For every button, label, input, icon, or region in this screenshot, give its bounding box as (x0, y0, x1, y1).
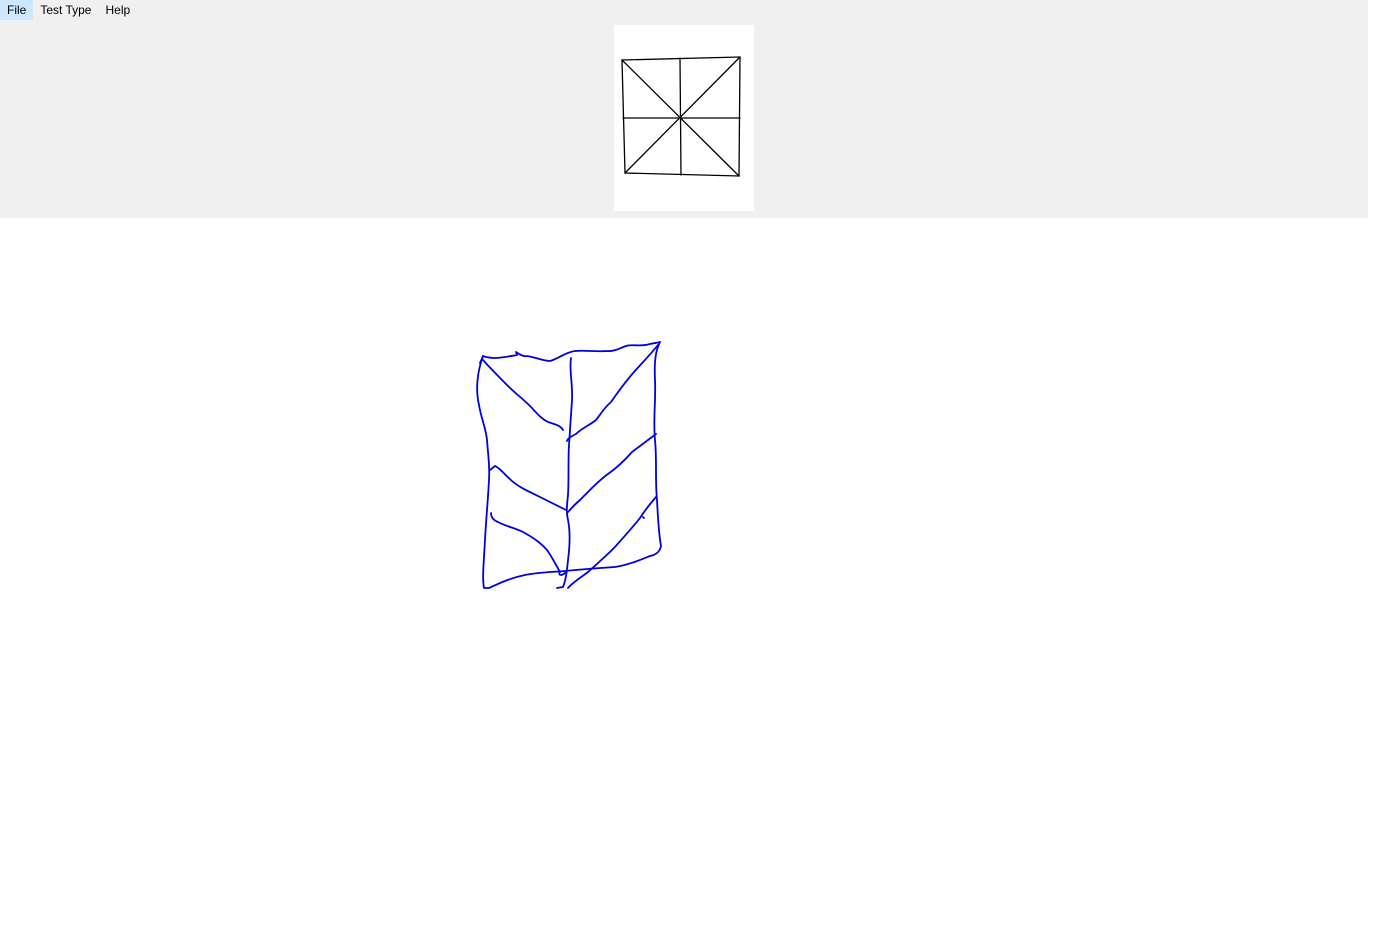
drawing-stroke-right (564, 341, 662, 572)
drawing-stroke-left (476, 355, 566, 589)
app-window: File Test Type Help (0, 0, 1381, 925)
top-panel: File Test Type Help (0, 0, 1368, 218)
reference-figure-card (614, 25, 754, 211)
menu-bar: File Test Type Help (0, 0, 137, 20)
menu-help[interactable]: Help (98, 0, 137, 20)
reference-figure (621, 56, 741, 177)
drawing-stroke-vein-2 (566, 344, 659, 442)
drawing-stroke-spine (556, 357, 574, 589)
user-drawing (476, 341, 662, 589)
drawing-stroke-vein-3 (489, 465, 567, 511)
drawing-stroke-vein-6 (567, 496, 657, 589)
drawing-stroke-vein-4 (567, 433, 657, 513)
drawing-stroke-vein-1 (482, 359, 564, 431)
menu-file[interactable]: File (0, 0, 34, 20)
drawing-canvas[interactable] (0, 218, 1381, 925)
drawing-stroke-dot (642, 516, 645, 519)
reference-diagonal-2 (624, 56, 741, 174)
drawing-stroke-vein-5 (490, 512, 566, 576)
menu-test-type[interactable]: Test Type (33, 0, 98, 20)
